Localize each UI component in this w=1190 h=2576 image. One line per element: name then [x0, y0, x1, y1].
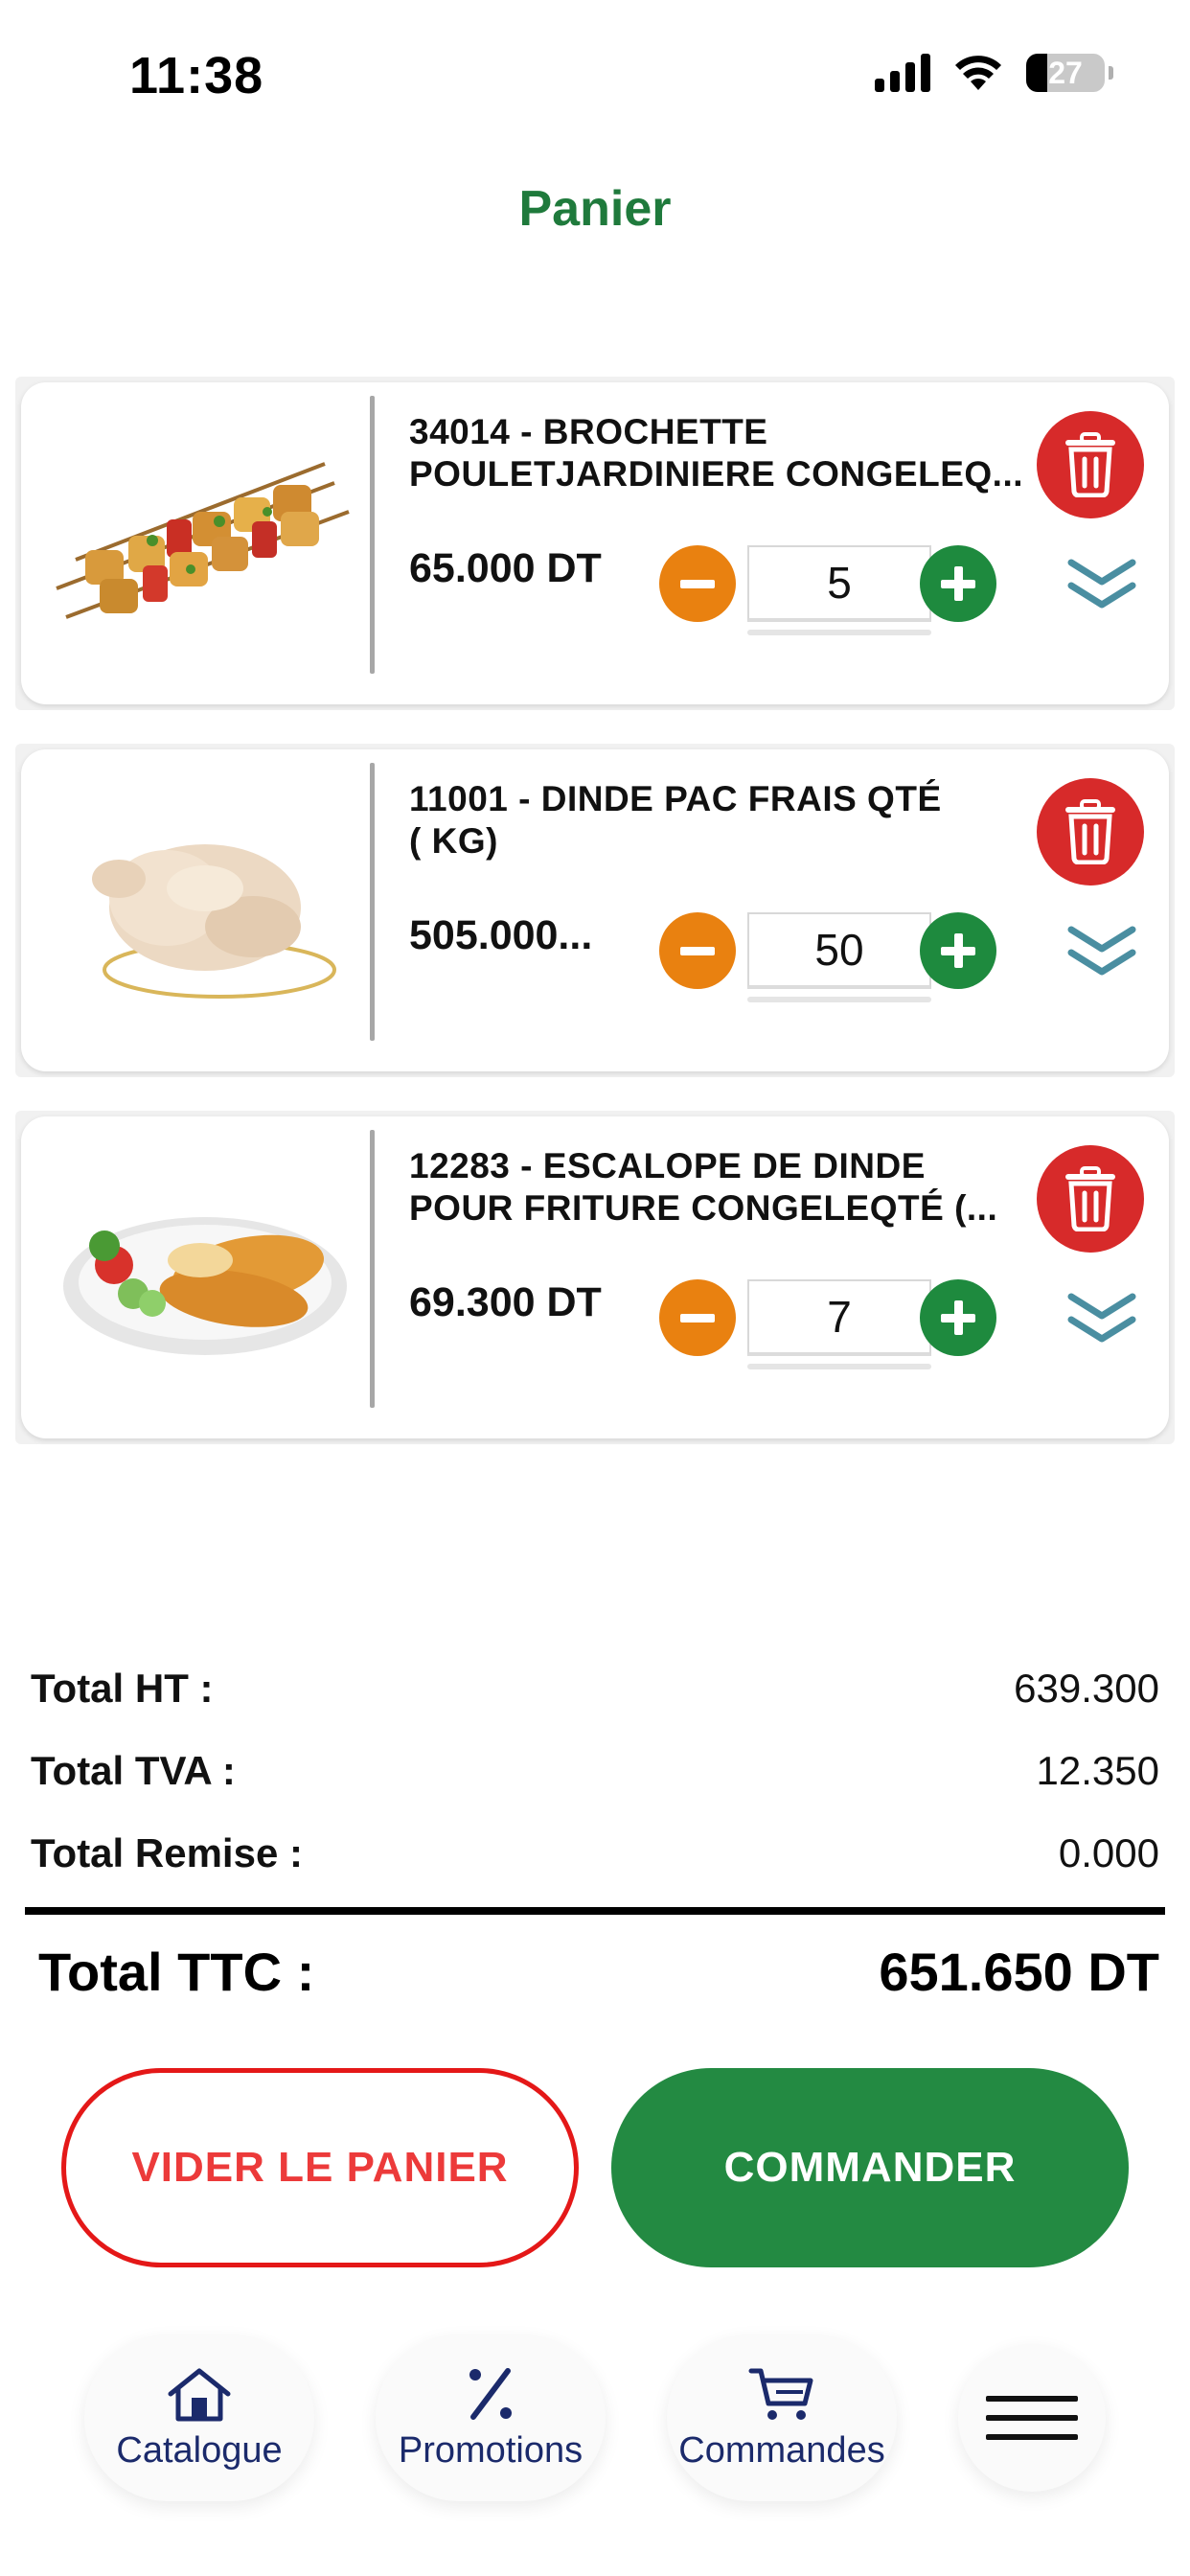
cart-screen: 11:38 27 Panier 34014 - BROCHETTE POULET… [0, 0, 1190, 2576]
percent-icon [469, 2367, 512, 2420]
home-icon [168, 2368, 231, 2421]
quantity-input[interactable]: 5 [747, 545, 931, 622]
expand-chevron-icon[interactable] [1065, 922, 1138, 983]
total-remise-value: 0.000 [1058, 1830, 1159, 1875]
wifi-icon [955, 56, 1001, 90]
cart-item-card: 12283 - ESCALOPE DE DINDE POUR FRITURE C… [21, 1116, 1169, 1438]
signal-icon [875, 54, 930, 92]
product-price: 69.300 DT [409, 1279, 602, 1325]
page-title: Panier [518, 181, 672, 237]
expand-chevron-icon[interactable] [1065, 555, 1138, 616]
total-remise-row: Total Remise : 0.000 [31, 1830, 1159, 1876]
status-icons: 27 [875, 54, 1113, 92]
totals-divider [25, 1907, 1165, 1915]
cart-item: 34014 - BROCHETTE POULETJARDINIERE CONGE… [15, 377, 1175, 710]
menu-button[interactable] [958, 2344, 1106, 2492]
battery-icon: 27 [1026, 54, 1105, 92]
card-divider [370, 763, 375, 1041]
nav-commandes[interactable]: Commandes [667, 2334, 897, 2501]
minus-icon [680, 580, 715, 588]
increase-quantity-button[interactable] [920, 545, 996, 622]
cart-item: 11001 - DINDE PAC FRAIS QTÉ ( KG) 505.00… [15, 744, 1175, 1077]
total-ttc-value: 651.650 DT [879, 1942, 1159, 2002]
product-name: 12283 - ESCALOPE DE DINDE POUR FRITURE C… [409, 1146, 998, 1228]
status-time: 11:38 [129, 47, 264, 104]
product-price: 65.000 DT [409, 545, 602, 591]
total-ht-label: Total HT : [31, 1666, 214, 1711]
delete-item-button[interactable] [1037, 411, 1144, 518]
total-ht-row: Total HT : 639.300 [31, 1666, 1159, 1712]
quantity-underline [747, 630, 931, 635]
trash-icon [1065, 799, 1115, 864]
total-tva-row: Total TVA : 12.350 [31, 1748, 1159, 1794]
cart-item-card: 11001 - DINDE PAC FRAIS QTÉ ( KG) 505.00… [21, 749, 1169, 1071]
product-name: 34014 - BROCHETTE POULETJARDINIERE CONGE… [409, 412, 1024, 494]
quantity-underline [747, 1364, 931, 1369]
total-remise-label: Total Remise : [31, 1830, 303, 1875]
card-divider [370, 1130, 375, 1408]
clear-cart-button[interactable]: VIDER LE PANIER [61, 2068, 579, 2267]
quantity-input[interactable]: 50 [747, 912, 931, 989]
minus-icon [680, 947, 715, 955]
nav-promotions[interactable]: Promotions [376, 2334, 606, 2501]
expand-chevron-icon[interactable] [1065, 1289, 1138, 1350]
decrease-quantity-button[interactable] [659, 912, 736, 989]
total-ttc-row: Total TTC : 651.650 DT [38, 1941, 1159, 2003]
nav-commandes-label: Commandes [678, 2429, 885, 2471]
quantity-underline [747, 997, 931, 1002]
nav-catalogue[interactable]: Catalogue [84, 2334, 314, 2501]
total-tva-value: 12.350 [1036, 1748, 1159, 1793]
raw-turkey-image [42, 769, 368, 1046]
hamburger-icon [986, 2396, 1078, 2402]
card-divider [370, 396, 375, 674]
delete-item-button[interactable] [1037, 1145, 1144, 1253]
product-name: 11001 - DINDE PAC FRAIS QTÉ ( KG) [409, 779, 942, 861]
product-price: 505.000... [409, 912, 593, 958]
chicken-skewers-image [42, 402, 368, 679]
decrease-quantity-button[interactable] [659, 1279, 736, 1356]
cart-item: 12283 - ESCALOPE DE DINDE POUR FRITURE C… [15, 1111, 1175, 1444]
trash-icon [1065, 1166, 1115, 1231]
total-ht-value: 639.300 [1014, 1666, 1159, 1711]
battery-nub [1109, 66, 1113, 80]
nav-promotions-label: Promotions [398, 2429, 584, 2471]
total-ttc-label: Total TTC : [38, 1942, 315, 2002]
cart-item-card: 34014 - BROCHETTE POULETJARDINIERE CONGE… [21, 382, 1169, 704]
quantity-input[interactable]: 7 [747, 1279, 931, 1356]
nav-catalogue-label: Catalogue [116, 2429, 283, 2471]
breaded-escalope-image [42, 1136, 368, 1414]
increase-quantity-button[interactable] [920, 1279, 996, 1356]
increase-quantity-button[interactable] [920, 912, 996, 989]
decrease-quantity-button[interactable] [659, 545, 736, 622]
order-button[interactable]: COMMANDER [611, 2068, 1129, 2267]
cart-icon [748, 2368, 813, 2420]
battery-percent: 27 [1048, 56, 1083, 90]
minus-icon [680, 1314, 715, 1322]
total-tva-label: Total TVA : [31, 1748, 236, 1793]
trash-icon [1065, 432, 1115, 497]
delete-item-button[interactable] [1037, 778, 1144, 886]
